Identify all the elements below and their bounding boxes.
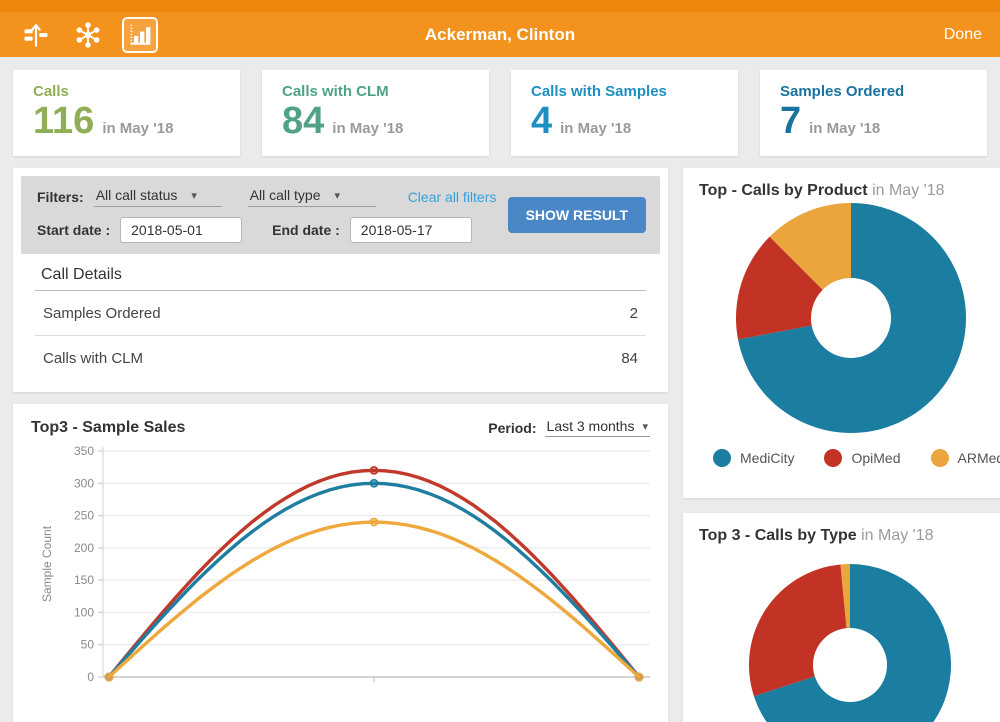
stat-period: in May '18 <box>560 120 631 137</box>
stat-period: in May '18 <box>332 120 403 137</box>
call-details-section: Call Details Samples Ordered 2 Calls wit… <box>21 254 660 384</box>
status-bar-strip <box>0 0 1000 12</box>
show-result-button[interactable]: SHOW RESULT <box>508 197 646 233</box>
stat-value: 84 <box>282 102 324 142</box>
app-header: Ackerman, Clinton Done <box>0 12 1000 57</box>
end-date-input[interactable] <box>350 217 472 243</box>
table-row: Samples Ordered 2 <box>35 291 646 336</box>
filters-and-details-card: Filters: All call status ▾ All call type… <box>13 168 668 392</box>
legend-label: MediCity <box>740 450 794 466</box>
svg-text:150: 150 <box>74 573 94 587</box>
svg-text:Sample Count: Sample Count <box>40 525 54 602</box>
calls-by-type-donut <box>699 545 1000 722</box>
title-text: Top 3 - Calls by Type <box>699 527 857 544</box>
title-period: in May '18 <box>872 182 944 199</box>
stat-card-calls-with-samples: Calls with Samples 4 in May '18 <box>511 70 738 156</box>
title-period: in May '18 <box>861 527 933 544</box>
dashboard-screen: Ackerman, Clinton Done Calls 116 in May … <box>0 0 1000 722</box>
period-label: Period: <box>488 420 536 436</box>
start-date-label: Start date : <box>37 222 110 238</box>
legend-item[interactable]: ARMed <box>931 449 1000 467</box>
sample-sales-card: Top3 - Sample Sales Period: Last 3 month… <box>13 404 668 722</box>
done-button[interactable]: Done <box>802 26 982 44</box>
legend-dot <box>931 449 949 467</box>
sample-sales-title: Top3 - Sample Sales <box>31 419 185 437</box>
stat-period: in May '18 <box>102 120 173 137</box>
chevron-down-icon: ▾ <box>642 420 648 433</box>
bar-chart-icon[interactable] <box>122 17 158 53</box>
stat-label: Calls with Samples <box>531 83 718 100</box>
network-icon[interactable] <box>70 17 106 53</box>
legend-item[interactable]: OpiMed <box>824 449 900 467</box>
end-date-label: End date : <box>272 222 340 238</box>
stat-card-samples-ordered: Samples Ordered 7 in May '18 <box>760 70 987 156</box>
call-type-dropdown[interactable]: All call type ▾ <box>248 187 376 207</box>
stat-period: in May '18 <box>809 120 880 137</box>
svg-text:350: 350 <box>74 444 94 458</box>
svg-text:100: 100 <box>74 605 94 619</box>
legend-label: OpiMed <box>851 450 900 466</box>
svg-text:50: 50 <box>81 638 95 652</box>
period-value: Last 3 months <box>547 418 635 434</box>
table-row: Calls with CLM 84 <box>35 336 646 380</box>
call-type-value: All call type <box>250 187 321 203</box>
chevron-down-icon: ▾ <box>191 189 197 202</box>
calls-by-product-card: Top - Calls by Product in May '18 MediCi… <box>683 168 1000 498</box>
row-label: Samples Ordered <box>43 305 161 322</box>
sample-sales-chart: 0 50 100 150 200 250 300 350 Sample Count <box>31 439 650 709</box>
timeline-icon[interactable] <box>18 17 54 53</box>
legend-label: ARMed <box>958 450 1000 466</box>
legend-dot <box>824 449 842 467</box>
page-title: Ackerman, Clinton <box>198 25 802 45</box>
svg-text:300: 300 <box>74 476 94 490</box>
calls-by-product-title: Top - Calls by Product in May '18 <box>699 182 1000 200</box>
clear-filters-link[interactable]: Clear all filters <box>408 189 497 205</box>
chevron-down-icon: ▾ <box>335 189 341 202</box>
row-label: Calls with CLM <box>43 350 143 367</box>
row-value: 2 <box>630 305 638 322</box>
period-dropdown[interactable]: Last 3 months ▾ <box>545 418 650 437</box>
product-legend: MediCity OpiMed ARMed <box>713 449 1000 467</box>
row-value: 84 <box>621 350 638 367</box>
call-details-title: Call Details <box>35 266 646 291</box>
svg-text:200: 200 <box>74 541 94 555</box>
legend-item[interactable]: MediCity <box>713 449 794 467</box>
call-status-value: All call status <box>96 187 178 203</box>
stat-label: Samples Ordered <box>780 83 967 100</box>
stat-card-calls: Calls 116 in May '18 <box>13 70 240 156</box>
calls-by-product-donut <box>699 200 1000 438</box>
stat-value: 7 <box>780 102 801 142</box>
legend-dot <box>713 449 731 467</box>
svg-text:0: 0 <box>87 670 94 684</box>
stat-label: Calls with CLM <box>282 83 469 100</box>
filter-panel: Filters: All call status ▾ All call type… <box>21 176 660 254</box>
calls-by-type-title: Top 3 - Calls by Type in May '18 <box>699 527 1000 545</box>
title-text: Top - Calls by Product <box>699 182 868 199</box>
stat-label: Calls <box>33 83 220 100</box>
start-date-input[interactable] <box>120 217 242 243</box>
stats-row: Calls 116 in May '18 Calls with CLM 84 i… <box>13 70 987 156</box>
header-nav-icons <box>18 17 198 53</box>
svg-text:250: 250 <box>74 509 94 523</box>
calls-by-type-card: Top 3 - Calls by Type in May '18 <box>683 513 1000 722</box>
stat-value: 116 <box>33 102 94 142</box>
stat-card-calls-with-clm: Calls with CLM 84 in May '18 <box>262 70 489 156</box>
filters-label: Filters: <box>37 189 84 205</box>
call-status-dropdown[interactable]: All call status ▾ <box>94 187 222 207</box>
stat-value: 4 <box>531 102 552 142</box>
